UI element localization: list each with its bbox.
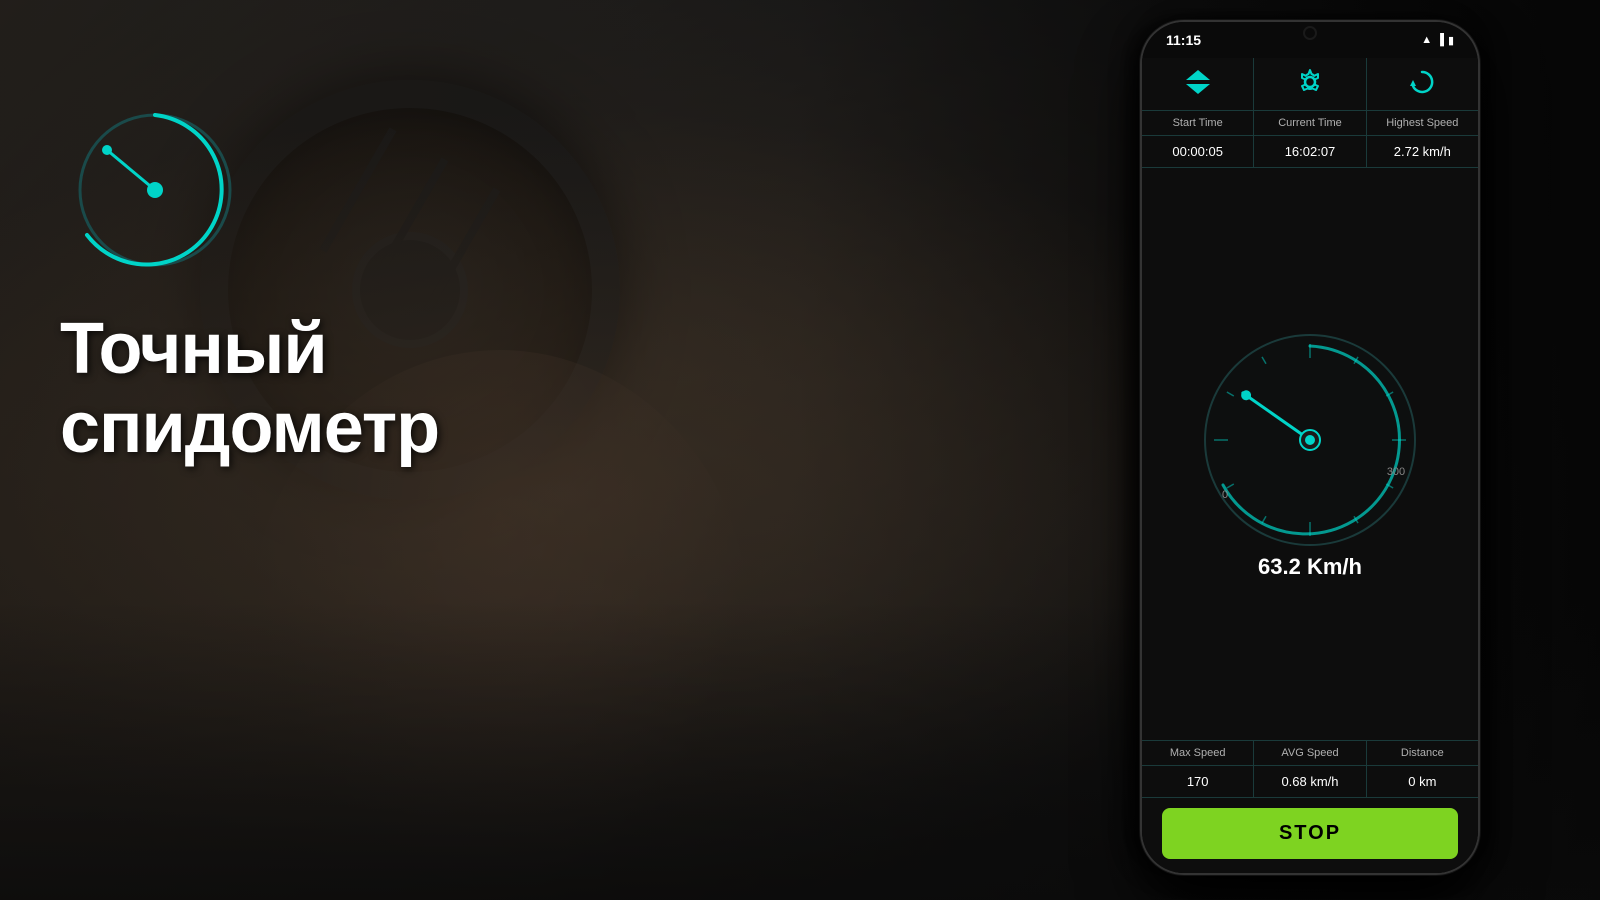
stats-values-row: 00:00:05 16:02:07 2.72 km/h xyxy=(1142,136,1478,168)
settings-button[interactable] xyxy=(1254,58,1366,110)
phone-frame: 11:15 ▲ ▐ ▮ xyxy=(1140,20,1480,875)
distance-value: 0 km xyxy=(1367,766,1478,797)
phone-screen: Start Time Current Time Highest Speed 00… xyxy=(1142,58,1478,873)
bottom-stats-header: Max Speed AVG Speed Distance xyxy=(1142,740,1478,766)
svg-text:0: 0 xyxy=(1222,489,1228,501)
start-stop-icon xyxy=(1184,68,1212,100)
avg-speed-value: 0.68 km/h xyxy=(1254,766,1366,797)
phone-container: 11:15 ▲ ▐ ▮ xyxy=(1140,20,1480,875)
start-time-header: Start Time xyxy=(1142,111,1254,135)
max-speed-value: 170 xyxy=(1142,766,1254,797)
bottom-stats-values: 170 0.68 km/h 0 km xyxy=(1142,766,1478,798)
left-speedometer-icon xyxy=(65,100,245,280)
distance-header: Distance xyxy=(1367,741,1478,765)
signal-icon: ▐ xyxy=(1436,34,1444,46)
stats-header-row: Start Time Current Time Highest Speed xyxy=(1142,111,1478,136)
speedometer-area: 0 300 63.2 Km/h xyxy=(1142,168,1478,740)
wifi-icon: ▲ xyxy=(1421,34,1432,46)
camera-notch xyxy=(1303,26,1317,40)
max-speed-header: Max Speed xyxy=(1142,741,1254,765)
speedometer-display: 0 300 xyxy=(1200,330,1420,550)
toolbar xyxy=(1142,58,1478,111)
stop-button[interactable]: STOP xyxy=(1162,808,1458,859)
speed-value: 63.2 Km/h xyxy=(1258,554,1362,580)
battery-icon: ▮ xyxy=(1448,34,1454,47)
avg-speed-header: AVG Speed xyxy=(1254,741,1366,765)
current-time-value: 16:02:07 xyxy=(1254,136,1366,167)
reset-icon xyxy=(1408,68,1436,100)
highest-speed-header: Highest Speed xyxy=(1367,111,1478,135)
reset-button[interactable] xyxy=(1367,58,1478,110)
russian-text: Точный спидометр xyxy=(60,310,439,468)
status-bar: 11:15 ▲ ▐ ▮ xyxy=(1142,22,1478,58)
status-time: 11:15 xyxy=(1166,32,1201,48)
start-time-value: 00:00:05 xyxy=(1142,136,1254,167)
stop-button-container: STOP xyxy=(1142,798,1478,873)
start-stop-button[interactable] xyxy=(1142,58,1254,110)
svg-text:300: 300 xyxy=(1387,466,1405,478)
gear-icon xyxy=(1296,68,1324,100)
current-time-header: Current Time xyxy=(1254,111,1366,135)
status-icons: ▲ ▐ ▮ xyxy=(1421,34,1454,47)
highest-speed-value: 2.72 km/h xyxy=(1367,136,1478,167)
